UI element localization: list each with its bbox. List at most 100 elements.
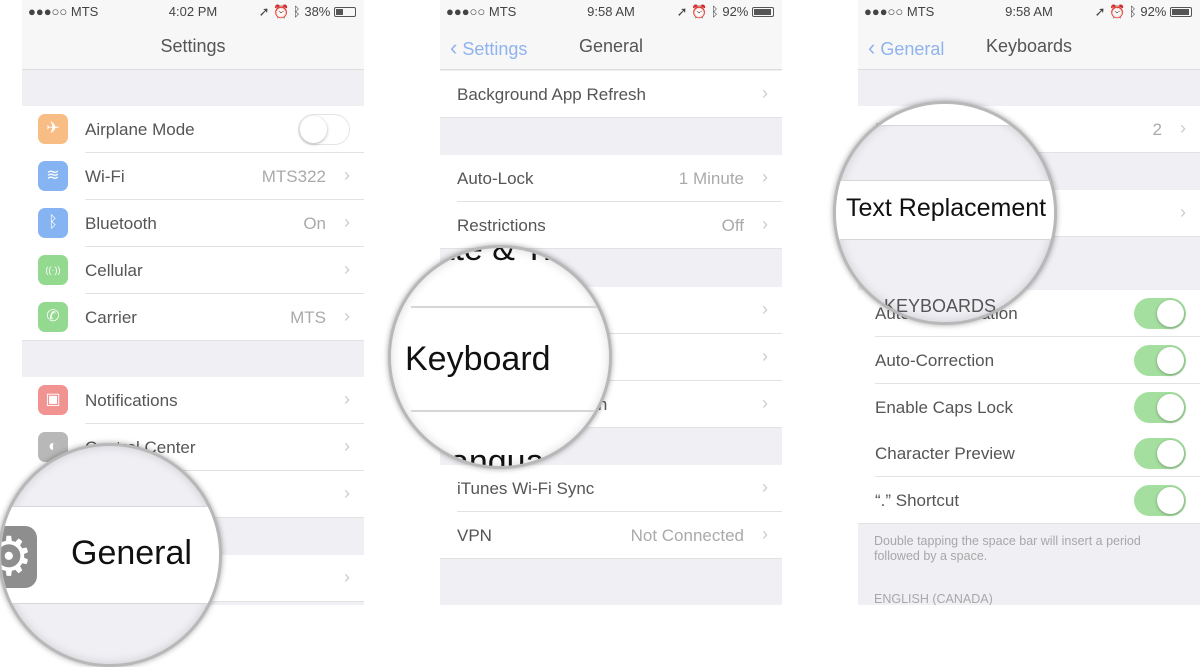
battery-percent: 92% [722,4,749,19]
bluetooth-status-icon: ᛒ [292,4,301,19]
notifications-icon: ▣ [38,385,68,415]
magnified-date-time-label: Date & Time [411,245,599,268]
status-bar: ●●●○○ MTS 9:58 AM ➚ ⏰ ᛒ 92% [440,0,782,22]
chevron-right-icon: › [344,483,350,503]
row-label: Bluetooth [85,214,157,233]
battery-status: ➚ ⏰ ᛒ 92% [677,4,774,20]
bluetooth-icon: ᛒ [38,208,68,238]
alarm-icon: ⏰ [273,4,290,19]
row-label: “.” Shortcut [875,491,960,510]
chevron-right-icon: › [762,393,768,413]
magnified-general-label: General [71,534,192,572]
location-icon: ➚ [258,4,270,19]
row-value: 2 [1152,120,1162,139]
magnified-keyboard-label: Keyboard [405,340,551,378]
magnifier-keyboard: Date & Time Keyboard Language & Region [388,245,612,469]
row-value: On [303,214,326,233]
toggle-switch[interactable] [1134,345,1186,376]
settings-row[interactable]: ✈ Airplane Mode [22,106,364,153]
alarm-icon: ⏰ [691,4,708,19]
row-value: Off [721,216,744,235]
settings-row[interactable]: iTunes Wi-Fi Sync › [440,465,782,512]
row-label: Wi-Fi [85,167,125,186]
row-value: 1 Minute [678,169,744,188]
row-label: Character Preview [875,444,1015,463]
row-label: Airplane Mode [85,120,195,139]
toggle-switch[interactable] [1134,298,1186,329]
alarm-icon: ⏰ [1109,4,1126,19]
magnifier-text-replacement: Text Replacement KEYBOARDS [833,101,1057,325]
row-label: Carrier [85,308,137,327]
chevron-right-icon: › [762,83,768,103]
row-label: Auto-Correction [875,351,995,370]
chevron-right-icon: › [762,346,768,366]
toggle-switch[interactable] [1134,392,1186,423]
row-value: MTS322 [261,167,326,186]
location-icon: ➚ [676,4,688,19]
chevron-right-icon: › [762,524,768,544]
chevron-right-icon: › [344,389,350,409]
row-label: Restrictions [457,216,546,235]
status-bar: ●●●○○ MTS 4:02 PM ➚ ⏰ ᛒ 38% [22,0,364,22]
chevron-right-icon: › [344,212,350,232]
settings-row[interactable]: Auto-Lock 1 Minute › [440,155,782,202]
toggle-switch[interactable] [1134,485,1186,516]
chevron-right-icon: › [344,306,350,326]
toggle-switch[interactable] [298,114,350,145]
settings-row[interactable]: “.” Shortcut [858,477,1200,524]
chevron-right-icon: › [1180,118,1186,138]
row-label: iTunes Wi-Fi Sync [457,479,595,498]
settings-row[interactable]: Character Preview [858,430,1200,477]
chevron-right-icon: › [762,477,768,497]
battery-icon [1170,7,1192,17]
cellular-icon: ((·)) [38,255,68,285]
row-value: Not Connected [630,526,744,545]
battery-status: ➚ ⏰ ᛒ 92% [1095,4,1192,20]
magnified-language-label: Language & Region [431,443,609,469]
row-label: Cellular [85,261,143,280]
settings-row[interactable]: Restrictions Off › [440,202,782,249]
airplane-icon: ✈ [38,114,68,144]
chevron-right-icon: › [344,436,350,456]
settings-row[interactable]: Auto-Correction [858,337,1200,384]
chevron-right-icon: › [762,167,768,187]
battery-percent: 92% [1140,4,1167,19]
settings-row[interactable]: ≋ Wi-Fi MTS322 › [22,153,364,200]
magnified-text-replacement-label: Text Replacement [846,194,1047,222]
battery-percent: 38% [304,4,331,19]
bluetooth-status-icon: ᛒ [710,4,719,19]
section-header: ENGLISH (CANADA) [874,592,993,605]
chevron-right-icon: › [762,214,768,234]
chevron-right-icon: › [1180,202,1186,222]
navigation-bar: ‹ Settings General [440,22,782,70]
row-label: Notifications [85,391,178,410]
settings-row[interactable]: ᛒ Bluetooth On › [22,200,364,247]
magnified-keyboards-header: KEYBOARDS [884,296,997,316]
settings-row[interactable]: ▣ Notifications › [22,377,364,424]
wifi-icon: ≋ [38,161,68,191]
navigation-bar: Settings [22,22,364,70]
phone-icon: ✆ [38,302,68,332]
chevron-right-icon: › [344,165,350,185]
navigation-bar: ‹ General Keyboards [858,22,1200,70]
status-bar: ●●●○○ MTS 9:58 AM ➚ ⏰ ᛒ 92% [858,0,1200,22]
settings-row[interactable]: Enable Caps Lock [858,384,1200,431]
settings-row[interactable]: Background App Refresh › [440,71,782,118]
row-label: Enable Caps Lock [875,398,1013,417]
settings-row[interactable]: ✆ Carrier MTS › [22,294,364,341]
battery-icon [752,7,774,17]
settings-row[interactable]: VPN Not Connected › [440,512,782,559]
footer-note: Double tapping the space bar will insert… [874,534,1141,563]
settings-row[interactable]: ((·)) Cellular › [22,247,364,294]
battery-status: ➚ ⏰ ᛒ 38% [259,4,356,20]
chevron-right-icon: › [344,567,350,587]
chevron-right-icon: › [344,259,350,279]
page-title: Settings [160,36,226,56]
page-title: Keyboards [985,36,1073,56]
toggle-switch[interactable] [1134,438,1186,469]
bluetooth-status-icon: ᛒ [1128,4,1137,19]
page-title: General [578,36,644,56]
row-value: MTS [290,308,326,327]
gear-icon: ⚙ [1,526,37,588]
row-label: Background App Refresh [457,85,647,104]
